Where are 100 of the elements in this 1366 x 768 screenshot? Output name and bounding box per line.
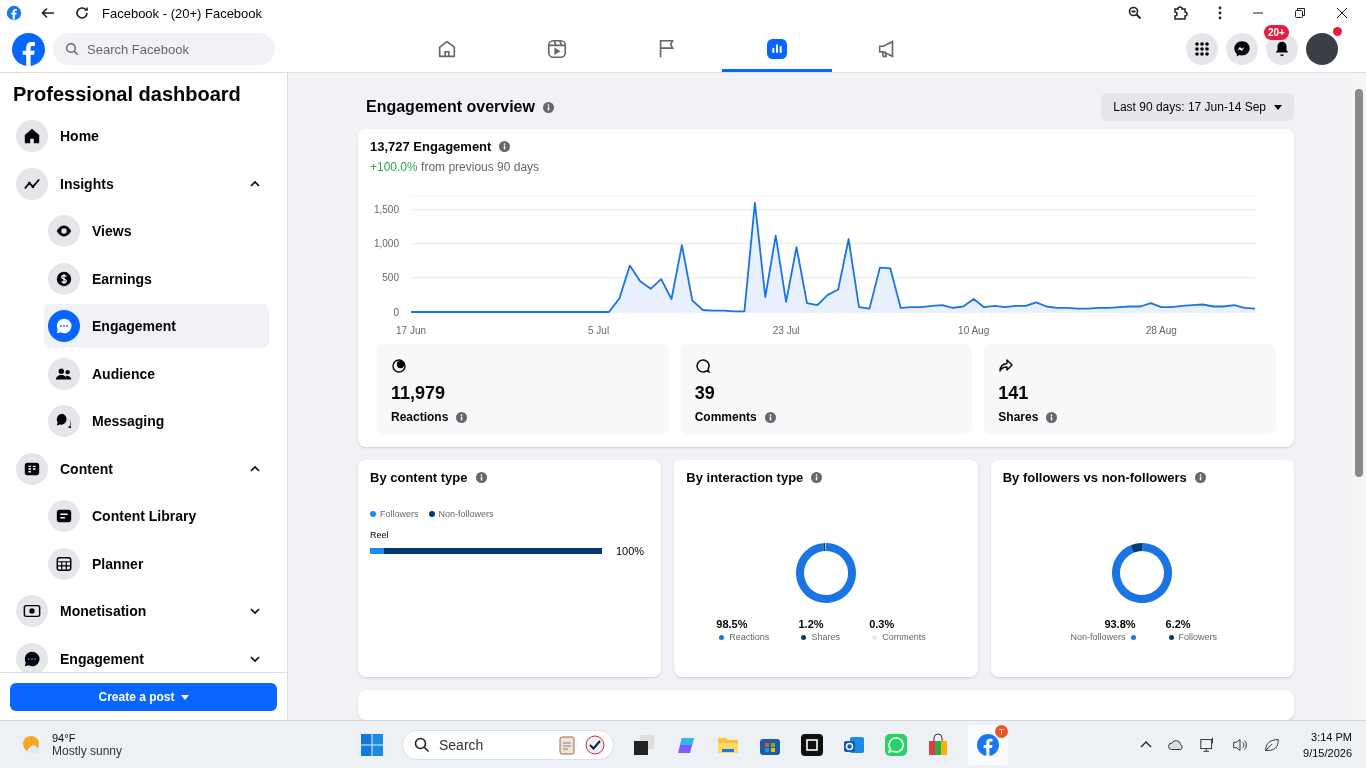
info-icon[interactable] [811, 472, 823, 483]
sidebar-subitem[interactable]: Views [44, 209, 269, 253]
clock-time[interactable]: 3:14 PM [1303, 728, 1352, 745]
clipboard-icon [556, 733, 578, 756]
stat-value: 39 [694, 383, 716, 405]
sidebar-subitem[interactable]: Planner [44, 541, 269, 586]
facebook-logo-icon[interactable] [12, 32, 45, 66]
bar-label: Reel [370, 530, 390, 540]
sidebar-subitem[interactable]: Messaging [44, 399, 269, 443]
dollar-icon [55, 269, 73, 288]
facebook-logo-icon [976, 732, 1000, 757]
shopping-bag-icon[interactable] [926, 732, 950, 757]
status-dot [1333, 27, 1342, 36]
sidebar-item[interactable]: Engagement [12, 636, 269, 672]
stat-value: 141 [998, 383, 1030, 405]
screen-capture-icon[interactable] [800, 732, 824, 757]
stat-value: 11,979 [391, 383, 447, 405]
change-caption: from previous 90 days [421, 160, 540, 175]
page-title: Engagement overview [366, 98, 535, 117]
clock-date[interactable]: 9/15/2026 [1303, 744, 1352, 761]
back-arrow-icon[interactable] [40, 5, 56, 21]
stat-label: Comments [694, 410, 757, 425]
puzzle-icon[interactable] [1172, 5, 1188, 21]
close-icon[interactable] [1336, 7, 1348, 19]
more-menu-icon[interactable] [1218, 6, 1222, 20]
app-badge: T [995, 724, 1008, 738]
profile-avatar[interactable] [1306, 33, 1338, 65]
date-range-dropdown[interactable]: Last 90 days: 17 Jun-14 Sep [1101, 93, 1294, 122]
search-icon [65, 42, 79, 56]
sidebar-subitem[interactable]: Earnings [44, 256, 269, 301]
percent-value: 0.3% [869, 618, 896, 630]
legend-label: Comments [882, 632, 926, 642]
home-icon [23, 127, 41, 145]
info-icon[interactable] [542, 101, 554, 113]
sidebar-subitem[interactable]: Audience [44, 351, 269, 396]
grid-icon [1194, 41, 1210, 57]
percent-value: 98.5% [716, 618, 749, 630]
facebook-taskbar-button[interactable]: T [968, 724, 1008, 765]
percent-value: 6.2% [1165, 618, 1192, 630]
notification-badge: 20+ [1264, 25, 1289, 40]
search-field[interactable]: Search Facebook [53, 33, 275, 65]
legend-label: Followers [1178, 632, 1218, 642]
messenger-icon [1233, 40, 1251, 58]
chart-icon [766, 38, 788, 60]
change-percent: +100.0% [370, 160, 418, 175]
legend-label: Reactions [729, 632, 770, 642]
sidebar-subitem[interactable]: Engagement [44, 304, 269, 348]
info-icon[interactable] [1046, 411, 1058, 423]
reaction-icon [391, 358, 407, 375]
x-tick-label: 23 Jul [772, 325, 800, 337]
info-icon[interactable] [475, 472, 487, 483]
engagement-total: 13,727 Engagement [370, 139, 492, 155]
apps-menu-button[interactable] [1186, 33, 1218, 65]
percent-value: 1.2% [798, 618, 825, 630]
sidebar-item[interactable]: Content [12, 446, 269, 491]
reload-icon[interactable] [74, 5, 90, 21]
scrollbar[interactable] [1352, 73, 1366, 720]
info-icon[interactable] [764, 411, 776, 423]
legend-dot [1130, 634, 1136, 640]
x-tick-label: 17 Jun [396, 325, 426, 337]
window-title: Facebook - (20+) Facebook [102, 5, 263, 21]
video-icon [546, 38, 568, 60]
x-tick-label: 28 Aug [1145, 325, 1177, 337]
legend-label: Non-followers [438, 509, 494, 519]
sidebar-item[interactable]: Monetisation [12, 589, 269, 633]
comment-icon [694, 358, 711, 375]
sidebar-item[interactable]: Insights [12, 161, 269, 206]
taskbar-search-field[interactable]: Search [402, 729, 614, 760]
temperature: 94°F [52, 731, 77, 744]
zoom-out-icon[interactable] [1128, 6, 1142, 20]
stat-label: Shares [998, 410, 1039, 425]
legend-dot [801, 634, 807, 640]
weather-text: Mostly sunny [52, 743, 123, 758]
sidebar-subitem[interactable]: Content Library [44, 494, 269, 538]
percent-value: 93.8% [1103, 618, 1136, 630]
create-post-button[interactable]: Create a post [10, 683, 277, 711]
chat-icon [23, 649, 41, 668]
windows-start-icon[interactable] [360, 732, 384, 757]
card-title: By content type [370, 470, 468, 485]
info-icon[interactable] [456, 411, 468, 423]
task-view-icon[interactable] [632, 732, 656, 757]
legend-label: Non-followers [1070, 632, 1126, 642]
y-tick-label: 0 [393, 306, 399, 318]
legend-label: Shares [811, 632, 840, 642]
card-title: By followers vs non-followers [1002, 470, 1187, 485]
sidebar-item[interactable]: Home [12, 114, 269, 158]
info-icon[interactable] [1194, 472, 1206, 483]
home-icon [436, 38, 458, 60]
legend-dot [719, 634, 725, 640]
caret-icon [180, 694, 189, 700]
library-icon [55, 507, 73, 525]
chat-icon [55, 317, 73, 335]
x-tick-label: 10 Aug [958, 325, 990, 337]
restore-icon[interactable] [1294, 7, 1306, 19]
info-icon[interactable] [499, 141, 511, 153]
legend-label: Followers [380, 509, 419, 519]
card-title: By interaction type [686, 470, 804, 485]
messenger-button[interactable] [1226, 33, 1258, 65]
bell-icon [1273, 40, 1291, 58]
x-tick-label: 5 Jul [588, 325, 610, 337]
